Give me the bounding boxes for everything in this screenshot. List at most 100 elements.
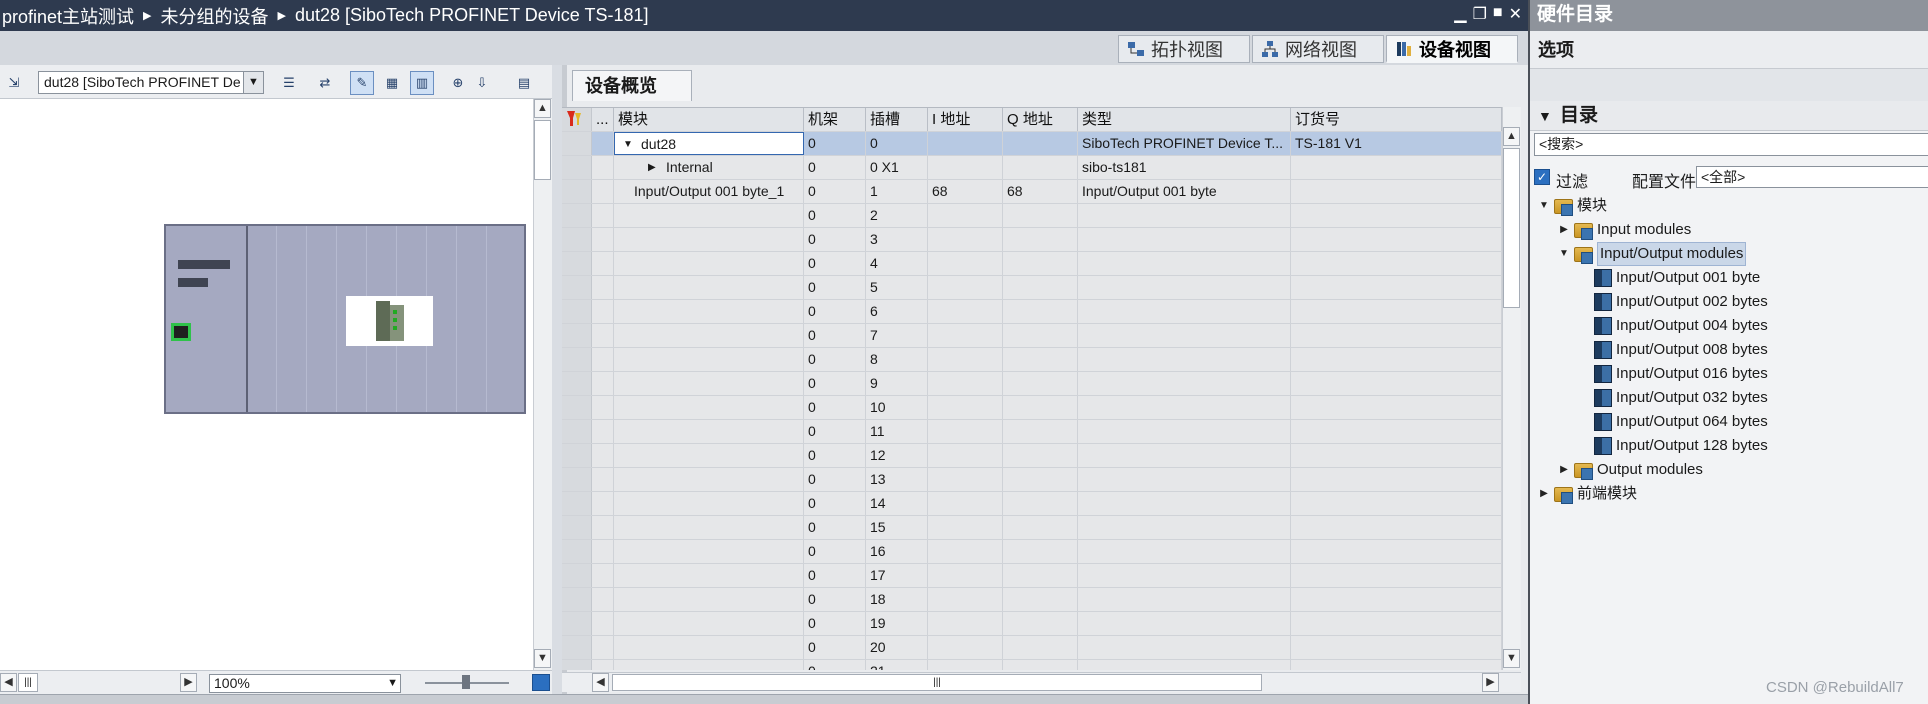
name-label-icon[interactable]: ⇄ — [313, 71, 337, 95]
row-header[interactable] — [562, 564, 592, 587]
cell-slot[interactable]: 8 — [866, 348, 928, 371]
cell-order-number[interactable] — [1291, 444, 1502, 467]
cell-slot[interactable]: 2 — [866, 204, 928, 227]
cell-order-number[interactable] — [1291, 660, 1502, 670]
tab-device-overview[interactable]: 设备概览 — [572, 70, 692, 101]
cell-i-address[interactable] — [928, 300, 1003, 323]
cell-rack[interactable]: 0 — [804, 324, 866, 347]
catalog-tree-item[interactable]: Input/Output 001 byte — [1578, 267, 1760, 289]
table-row[interactable]: ▶ Internal 0 0 X1 sibo-ts181 — [562, 156, 1519, 180]
cell-order-number[interactable] — [1291, 492, 1502, 515]
profile-select[interactable]: <全部> — [1696, 166, 1928, 188]
maximize-icon[interactable]: ■ — [1493, 4, 1503, 24]
catalog-tree-item[interactable]: Input/Output 002 bytes — [1578, 291, 1768, 313]
minimize-icon[interactable]: ▁ — [1454, 4, 1466, 24]
rack-head-module[interactable] — [166, 226, 248, 412]
cell-order-number[interactable] — [1291, 612, 1502, 635]
grid-icon[interactable]: ▦ — [380, 71, 404, 95]
scroll-up-icon[interactable]: ▲ — [1503, 127, 1520, 146]
cell-q-address[interactable] — [1003, 564, 1078, 587]
table-row[interactable]: 05 — [562, 276, 1519, 300]
cell-type[interactable] — [1078, 204, 1291, 227]
row-header[interactable] — [562, 372, 592, 395]
download-icon[interactable]: ⇩ — [470, 71, 494, 95]
cell-rack[interactable]: 0 — [804, 372, 866, 395]
cell-q-address[interactable] — [1003, 444, 1078, 467]
cell-type[interactable] — [1078, 612, 1291, 635]
cell-slot[interactable]: 19 — [866, 612, 928, 635]
table-row[interactable]: 04 — [562, 252, 1519, 276]
cell-slot[interactable]: 6 — [866, 300, 928, 323]
cell-module[interactable] — [614, 444, 804, 467]
cell-q-address[interactable] — [1003, 300, 1078, 323]
cell-i-address[interactable] — [928, 228, 1003, 251]
row-header[interactable] — [562, 348, 592, 371]
cell-module[interactable] — [614, 420, 804, 443]
cell-order-number[interactable] — [1291, 300, 1502, 323]
cell-module[interactable] — [614, 348, 804, 371]
cell-order-number[interactable] — [1291, 348, 1502, 371]
cell-module[interactable] — [614, 468, 804, 491]
cell-q-address[interactable] — [1003, 612, 1078, 635]
cell-rack[interactable]: 0 — [804, 276, 866, 299]
cell-q-address[interactable] — [1003, 324, 1078, 347]
cell-slot[interactable]: 15 — [866, 516, 928, 539]
cell-rack[interactable]: 0 — [804, 660, 866, 670]
cell-module[interactable] — [614, 276, 804, 299]
column-header-order-number[interactable]: 订货号 — [1291, 108, 1502, 131]
cell-i-address[interactable] — [928, 540, 1003, 563]
cell-order-number[interactable] — [1291, 420, 1502, 443]
cell-q-address[interactable] — [1003, 276, 1078, 299]
cell-order-number[interactable] — [1291, 156, 1502, 179]
device-rack[interactable] — [164, 224, 526, 414]
cell-module[interactable] — [614, 660, 804, 670]
cell-slot[interactable]: 20 — [866, 636, 928, 659]
cell-type[interactable] — [1078, 660, 1291, 670]
column-header-type[interactable]: 类型 — [1078, 108, 1291, 131]
cell-i-address[interactable] — [928, 324, 1003, 347]
table-vertical-scrollbar[interactable]: ▲ ▼ — [1502, 107, 1521, 670]
restore-icon[interactable]: ❐ — [1473, 4, 1487, 24]
properties-icon[interactable]: ▤ — [512, 71, 536, 95]
device-select-icon[interactable]: ⇲ — [2, 71, 26, 95]
cell-order-number[interactable] — [1291, 324, 1502, 347]
cell-type[interactable] — [1078, 348, 1291, 371]
cell-q-address[interactable] — [1003, 252, 1078, 275]
chevron-right-icon[interactable]: ▶ — [1558, 219, 1570, 241]
chevron-right-icon[interactable]: ▶ — [1558, 459, 1570, 481]
chevron-down-icon[interactable]: ▼ — [623, 133, 633, 154]
chevron-down-icon[interactable]: ▼ — [1538, 195, 1550, 217]
table-row[interactable]: 0 19 — [562, 612, 1519, 636]
cell-rack[interactable]: 0 — [804, 636, 866, 659]
cell-rack[interactable]: 0 — [804, 492, 866, 515]
cell-order-number[interactable] — [1291, 252, 1502, 275]
cell-slot[interactable]: 1 — [866, 180, 928, 203]
cell-slot[interactable]: 13 — [866, 468, 928, 491]
cell-type[interactable] — [1078, 468, 1291, 491]
cell-q-address[interactable] — [1003, 348, 1078, 371]
cell-slot[interactable]: 0 X1 — [866, 156, 928, 179]
scroll-right-icon[interactable]: ▶ — [1482, 673, 1499, 692]
cell-slot[interactable]: 18 — [866, 588, 928, 611]
edit-mode-icon[interactable]: ✎ — [350, 71, 374, 95]
catalog-search-input[interactable]: <搜索> — [1534, 133, 1928, 156]
cell-i-address[interactable] — [928, 252, 1003, 275]
cell-i-address[interactable] — [928, 276, 1003, 299]
cell-q-address[interactable] — [1003, 420, 1078, 443]
table-row[interactable]: 0 20 — [562, 636, 1519, 660]
cell-module[interactable] — [614, 228, 804, 251]
cell-i-address[interactable] — [928, 396, 1003, 419]
cell-order-number[interactable] — [1291, 180, 1502, 203]
cell-order-number[interactable] — [1291, 636, 1502, 659]
column-header-q-address[interactable]: Q 地址 — [1003, 108, 1078, 131]
catalog-tree-item[interactable]: Input/Output 016 bytes — [1578, 363, 1768, 385]
breadcrumb-group[interactable]: 未分组的设备 — [161, 3, 269, 29]
cell-rack[interactable]: 0 — [804, 420, 866, 443]
zoom-level-field[interactable]: 100% ▼ — [209, 674, 401, 693]
device-select-dropdown[interactable]: dut28 [SiboTech PROFINET De ▼ — [38, 71, 264, 94]
column-header-more[interactable]: ... — [592, 108, 614, 131]
cell-q-address[interactable] — [1003, 660, 1078, 670]
table-row[interactable]: 0 18 — [562, 588, 1519, 612]
table-row[interactable]: 08 — [562, 348, 1519, 372]
row-header[interactable] — [562, 324, 592, 347]
